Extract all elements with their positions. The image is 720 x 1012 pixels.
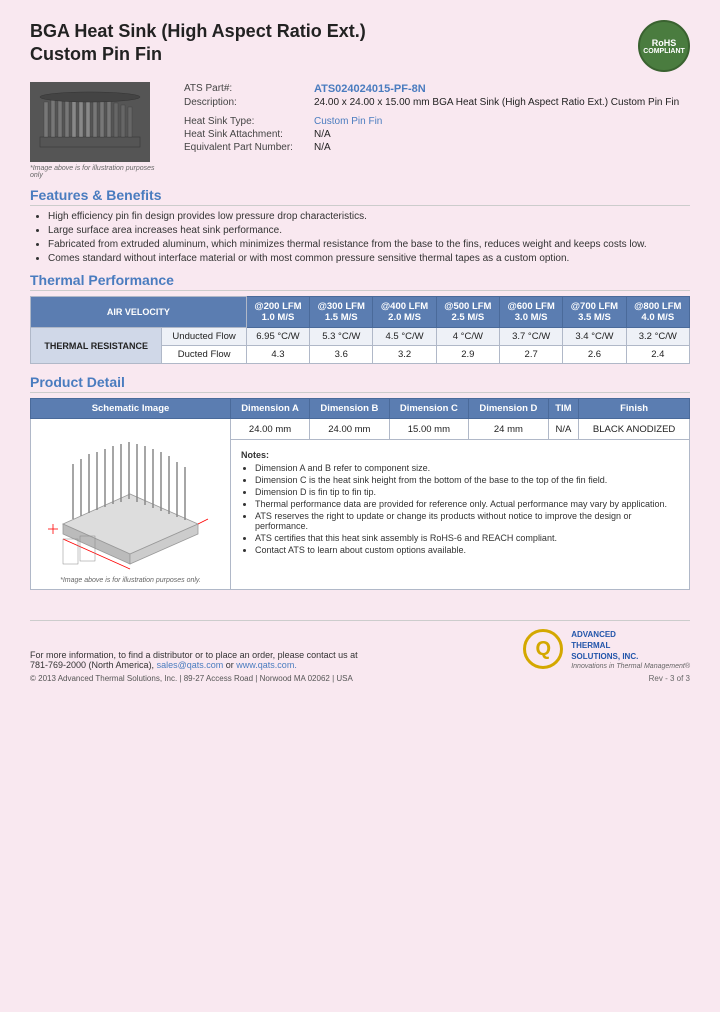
ducted-300: 3.6 xyxy=(310,346,373,364)
finish-value: BLACK ANODIZED xyxy=(579,419,690,440)
product-details: ATS Part#: ATS024024015-PF-8N Descriptio… xyxy=(180,82,690,179)
schematic-caption: *Image above is for illustration purpose… xyxy=(36,577,225,584)
rohs-compliant-text: COMPLIANT xyxy=(643,48,685,55)
product-image-area: *Image above is for illustration purpose… xyxy=(30,82,160,179)
schematic-cell: *Image above is for illustration purpose… xyxy=(31,419,231,590)
heat-sink-svg xyxy=(30,82,150,162)
th-400lfm: @400 LFM 2.0 M/S xyxy=(373,297,436,328)
product-image xyxy=(30,82,150,162)
description-value: 24.00 x 24.00 x 15.00 mm BGA Heat Sink (… xyxy=(310,96,690,109)
features-list: High efficiency pin fin design provides … xyxy=(30,211,690,264)
col-tim: TIM xyxy=(548,399,579,419)
note-6: ATS certifies that this heat sink assemb… xyxy=(255,533,679,543)
part-number: ATS024024015-PF-8N xyxy=(310,82,690,96)
ducted-800: 2.4 xyxy=(626,346,689,364)
dim-d-value: 24 mm xyxy=(469,419,549,440)
feature-item-2: Large surface area increases heat sink p… xyxy=(48,225,690,236)
attachment-value: N/A xyxy=(310,128,690,141)
heat-sink-type-label: Heat Sink Type: xyxy=(180,115,310,128)
dim-c-value: 15.00 mm xyxy=(389,419,469,440)
footer-contact-text: For more information, to find a distribu… xyxy=(30,650,358,670)
unducted-600: 3.7 °C/W xyxy=(500,328,563,346)
feature-item-3: Fabricated from extruded aluminum, which… xyxy=(48,239,690,250)
th-500lfm: @500 LFM 2.5 M/S xyxy=(436,297,499,328)
ats-logo: Q ADVANCED THERMAL SOLUTIONS, INC. Innov… xyxy=(523,629,690,670)
note-2: Dimension C is the heat sink height from… xyxy=(255,475,679,485)
note-3: Dimension D is fin tip to fin tip. xyxy=(255,487,679,497)
equivalent-label: Equivalent Part Number: xyxy=(180,141,310,154)
feature-item-4: Comes standard without interface materia… xyxy=(48,253,690,264)
ducted-500: 2.9 xyxy=(436,346,499,364)
attachment-label: Heat Sink Attachment: xyxy=(180,128,310,141)
ats-tagline: Innovations in Thermal Management® xyxy=(571,663,690,670)
notes-title: Notes: xyxy=(241,450,679,460)
ats-q-icon: Q xyxy=(523,629,563,669)
th-200lfm: @200 LFM 1.0 M/S xyxy=(246,297,309,328)
note-1: Dimension A and B refer to component siz… xyxy=(255,463,679,473)
notes-list: Dimension A and B refer to component siz… xyxy=(241,463,679,555)
ducted-600: 2.7 xyxy=(500,346,563,364)
ducted-700: 2.6 xyxy=(563,346,626,364)
thermal-performance-title: Thermal Performance xyxy=(30,272,690,291)
product-title-block: BGA Heat Sink (High Aspect Ratio Ext.) C… xyxy=(30,20,366,67)
unducted-700: 3.4 °C/W xyxy=(563,328,626,346)
schematic-svg xyxy=(43,424,218,574)
email-link[interactable]: sales@qats.com xyxy=(157,660,224,670)
col-dim-d: Dimension D xyxy=(469,399,549,419)
feature-item-1: High efficiency pin fin design provides … xyxy=(48,211,690,222)
thermal-resistance-label: THERMAL RESISTANCE xyxy=(31,328,162,364)
image-caption: *Image above is for illustration purpose… xyxy=(30,165,160,179)
ats-text-block: ADVANCED THERMAL SOLUTIONS, INC. Innovat… xyxy=(571,629,690,670)
col-dim-a: Dimension A xyxy=(231,399,310,419)
note-5: ATS reserves the right to update or chan… xyxy=(255,511,679,531)
ducted-label: Ducted Flow xyxy=(162,346,246,364)
footer-left: For more information, to find a distribu… xyxy=(30,650,358,683)
equivalent-value: N/A xyxy=(310,141,690,154)
unducted-500: 4 °C/W xyxy=(436,328,499,346)
unducted-400: 4.5 °C/W xyxy=(373,328,436,346)
col-dim-b: Dimension B xyxy=(310,399,390,419)
notes-section: Notes: Dimension A and B refer to compon… xyxy=(237,446,683,561)
page-number: Rev - 3 of 3 xyxy=(523,674,690,683)
unducted-300: 5.3 °C/W xyxy=(310,328,373,346)
product-title-line2: Custom Pin Fin xyxy=(30,43,366,66)
unducted-800: 3.2 °C/W xyxy=(626,328,689,346)
description-label: Description: xyxy=(180,96,310,109)
rohs-text: RoHS xyxy=(652,38,677,48)
air-velocity-header: AIR VELOCITY xyxy=(31,297,247,328)
col-finish: Finish xyxy=(579,399,690,419)
dim-b-value: 24.00 mm xyxy=(310,419,390,440)
part-label: ATS Part#: xyxy=(180,82,310,96)
features-title: Features & Benefits xyxy=(30,187,690,206)
note-4: Thermal performance data are provided fo… xyxy=(255,499,679,509)
footer-copyright: © 2013 Advanced Thermal Solutions, Inc. … xyxy=(30,674,358,683)
footer-right: Q ADVANCED THERMAL SOLUTIONS, INC. Innov… xyxy=(523,629,690,683)
product-detail-title: Product Detail xyxy=(30,374,690,393)
notes-cell: Notes: Dimension A and B refer to compon… xyxy=(231,440,690,590)
ducted-200: 4.3 xyxy=(246,346,309,364)
col-schematic: Schematic Image xyxy=(31,399,231,419)
col-dim-c: Dimension C xyxy=(389,399,469,419)
note-7: Contact ATS to learn about custom option… xyxy=(255,545,679,555)
product-detail-outer-table: Schematic Image Dimension A Dimension B … xyxy=(30,398,690,590)
product-detail-table: ATS Part#: ATS024024015-PF-8N Descriptio… xyxy=(180,82,690,154)
th-700lfm: @700 LFM 3.5 M/S xyxy=(563,297,626,328)
dim-a-value: 24.00 mm xyxy=(231,419,310,440)
ats-name: ADVANCED THERMAL SOLUTIONS, INC. xyxy=(571,629,690,663)
heat-sink-type-value: Custom Pin Fin xyxy=(310,115,690,128)
th-300lfm: @300 LFM 1.5 M/S xyxy=(310,297,373,328)
unducted-200: 6.95 °C/W xyxy=(246,328,309,346)
ducted-400: 3.2 xyxy=(373,346,436,364)
th-800lfm: @800 LFM 4.0 M/S xyxy=(626,297,689,328)
website-link[interactable]: www.qats.com. xyxy=(236,660,297,670)
tim-value: N/A xyxy=(548,419,579,440)
rohs-badge: RoHS COMPLIANT xyxy=(638,20,690,72)
unducted-label: Unducted Flow xyxy=(162,328,246,346)
product-info-section: *Image above is for illustration purpose… xyxy=(30,82,690,179)
page-header: BGA Heat Sink (High Aspect Ratio Ext.) C… xyxy=(30,20,690,72)
th-600lfm: @600 LFM 3.0 M/S xyxy=(500,297,563,328)
thermal-performance-table: AIR VELOCITY @200 LFM 1.0 M/S @300 LFM 1… xyxy=(30,296,690,364)
footer-section: For more information, to find a distribu… xyxy=(30,620,690,683)
product-title-line1: BGA Heat Sink (High Aspect Ratio Ext.) xyxy=(30,20,366,43)
